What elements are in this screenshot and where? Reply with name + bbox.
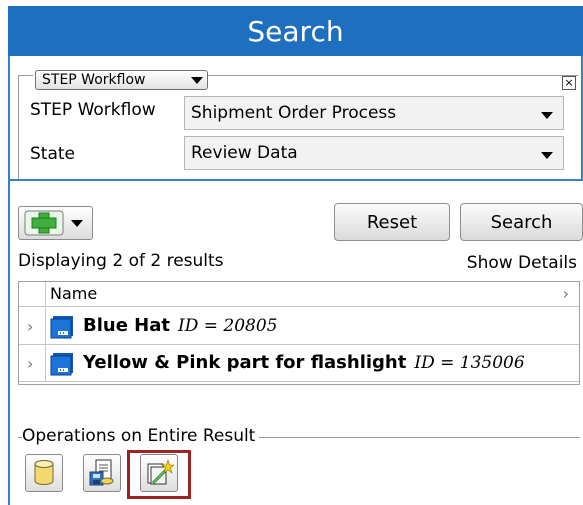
search-header: Search <box>8 6 583 56</box>
show-details-link[interactable]: Show Details <box>467 253 577 273</box>
row-item-name: Yellow & Pink part for flashlight ID = 13… <box>83 352 525 373</box>
row-item-id: ID = 20805 <box>178 316 278 336</box>
state-value: Review Data <box>191 143 298 163</box>
workflow-label: STEP Workflow <box>30 100 156 120</box>
chevron-right-icon[interactable]: › <box>563 284 569 303</box>
search-button[interactable]: Search <box>460 203 583 241</box>
criteria-type-wrap: STEP Workflow <box>33 70 208 92</box>
panel-left-border <box>8 56 10 505</box>
add-criteria-button[interactable] <box>18 206 93 240</box>
column-divider <box>45 308 46 344</box>
chevron-down-icon <box>541 112 553 119</box>
column-divider <box>45 282 46 307</box>
row-item-name: Blue Hat ID = 20805 <box>83 315 277 336</box>
chevron-down-icon <box>191 76 203 84</box>
product-icon <box>50 316 73 339</box>
row-item-id: ID = 135006 <box>414 353 525 373</box>
plus-icon <box>24 210 64 236</box>
reset-button[interactable]: Reset <box>334 203 450 241</box>
table-row[interactable]: › Yellow & Pink part for flashlight ID = … <box>19 345 579 382</box>
criteria-type-select[interactable]: STEP Workflow <box>35 70 208 90</box>
chevron-down-icon <box>541 152 553 159</box>
export-icon <box>89 459 114 486</box>
criteria-separator <box>10 179 583 181</box>
row-name-text: Yellow & Pink part for flashlight <box>83 352 407 373</box>
criteria-type-label: STEP Workflow <box>42 72 146 88</box>
close-icon[interactable]: × <box>562 76 576 90</box>
column-divider <box>45 345 46 381</box>
expand-chevron-icon[interactable]: › <box>27 317 33 336</box>
grid-header: Name › <box>19 282 579 307</box>
row-name-text: Blue Hat <box>83 315 170 336</box>
column-header-name[interactable]: Name <box>50 284 97 303</box>
results-summary: Displaying 2 of 2 results <box>18 251 224 271</box>
state-label: State <box>30 144 75 164</box>
product-icon <box>50 353 73 376</box>
database-icon <box>34 460 54 485</box>
operations-label: Operations on Entire Result <box>22 426 260 446</box>
page-title: Search <box>247 15 344 48</box>
export-operation-button[interactable] <box>83 454 121 492</box>
workflow-value: Shipment Order Process <box>191 103 397 123</box>
results-grid: Name › › Blue Hat ID = 20805 › Yellow & P… <box>18 281 580 385</box>
chevron-down-icon <box>71 219 83 227</box>
state-select[interactable]: Review Data <box>184 136 564 170</box>
expand-chevron-icon[interactable]: › <box>27 354 33 373</box>
workflow-select[interactable]: Shipment Order Process <box>184 96 564 130</box>
database-operation-button[interactable] <box>25 454 63 492</box>
selected-operation-highlight <box>127 450 191 499</box>
table-row[interactable]: › Blue Hat ID = 20805 <box>19 308 579 345</box>
